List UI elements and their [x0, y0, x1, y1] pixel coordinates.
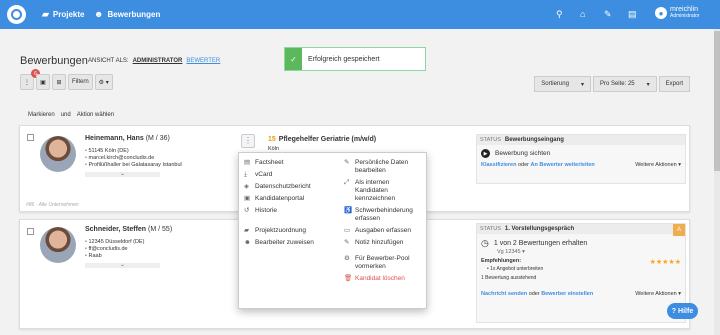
check-icon: ✓	[285, 48, 302, 70]
menu-item-factsheet[interactable]: ▤ Factsheet	[244, 159, 329, 167]
filter-button[interactable]: Filtern	[68, 74, 93, 90]
page-title: Bewerbungen	[20, 55, 88, 67]
right-tools: Sortierung ▾ Pro Seite: 25 ▾ Export	[534, 76, 690, 92]
home-icon[interactable]: ⌂	[580, 9, 585, 19]
scrollbar[interactable]	[714, 29, 720, 335]
menu-item-ausgaben[interactable]: ▭ Ausgaben erfassen	[344, 227, 424, 235]
shield-icon: ◈	[244, 183, 249, 190]
menu-item-notiz[interactable]: ✎ Notiz hinzufügen	[344, 239, 424, 247]
menu-item-projekt[interactable]: ▰ Projektzuordnung	[244, 227, 329, 235]
context-menu: ▤ Factsheet ⤓ vCard ◈ Datenschutzbericht ▣ K…	[238, 152, 427, 309]
app-logo[interactable]	[7, 5, 26, 24]
users-icon: ☻	[94, 9, 104, 19]
candidate-photo	[40, 136, 76, 172]
menu-right-column: ✎ Persönliche Daten bearbeiten ⤢ Als inter…	[344, 159, 424, 287]
top-bar: ▰ Projekte ☻ Bewerbungen ⚲ ⌂ ✎ ▤ ● mreichl…	[0, 0, 720, 29]
status-box: A STATUS 1. Vorstellungsgespräch ◷ 1 von 2…	[476, 223, 686, 323]
per-page-select[interactable]: Pro Seite: 25 ▾	[592, 76, 657, 92]
wrench-icon[interactable]: ✎	[604, 9, 612, 20]
export-button[interactable]: Export	[658, 76, 690, 92]
columns-button[interactable]: ⊞	[52, 74, 66, 90]
history-icon: ↺	[244, 207, 250, 214]
menu-left-column: ▤ Factsheet ⤓ vCard ◈ Datenschutzbericht ▣ K…	[244, 159, 329, 251]
job-title[interactable]: Pflegehelfer Geriatrie (m/w/d)	[279, 136, 376, 143]
grid-view-button[interactable]: ▣	[36, 74, 50, 90]
toolbar: ⋮ 6 ▣ ⊞ Filtern ⚙ ▾	[20, 69, 113, 92]
klassifizieren-link[interactable]: Klassifizieren	[481, 162, 516, 168]
menu-item-portal[interactable]: ▣ Kandidatenportal	[244, 195, 329, 203]
select-checkbox[interactable]	[27, 134, 34, 141]
menu-item-schwerbehinderung[interactable]: ♿ Schwerbehinderung erfassen	[344, 207, 424, 223]
menu-item-datenschutz[interactable]: ◈ Datenschutzbericht	[244, 183, 329, 191]
candidate-info: 51145 Köln (DE) marcel.kirch@concludis.d…	[85, 148, 181, 169]
candidate-photo	[40, 227, 76, 263]
rating-stars: ★★★★★	[649, 259, 681, 266]
markieren-dropdown[interactable]: Markieren	[28, 112, 55, 118]
search-icon[interactable]: ⚲	[556, 9, 563, 20]
folder-icon: ▰	[42, 9, 49, 19]
success-toast: ✓ Erfolgreich gespeichert	[284, 47, 426, 71]
expand-chevron[interactable]: ⌄	[85, 263, 160, 268]
wheelchair-icon: ♿	[344, 207, 353, 214]
clock-icon: ◷	[481, 238, 489, 248]
einstellen-link[interactable]: Bewerber einstellen	[541, 291, 593, 297]
money-icon: ▭	[344, 227, 351, 234]
expand-icon: ⤢	[344, 179, 350, 186]
menu-item-pool[interactable]: ⚙ Für Bewerber-Pool vormerken	[344, 255, 424, 271]
menu-item-vcard[interactable]: ⤓ vCard	[244, 171, 329, 179]
candidate-name[interactable]: Schneider, Steffen	[85, 226, 146, 233]
help-button[interactable]: ? Hilfe	[667, 303, 698, 319]
portal-icon: ▣	[244, 195, 251, 202]
settings-gear-icon[interactable]: ⚙ ▾	[94, 74, 113, 90]
status-box: STATUS Bewerbungseingang ▶ Bewerbung sicht…	[476, 134, 686, 184]
user-icon: ☻	[244, 239, 251, 246]
sort-select[interactable]: Sortierung ▾	[534, 76, 591, 92]
menu-item-bearbeiter[interactable]: ☻ Bearbeiter zuweisen	[244, 239, 329, 247]
user-name: mreichlin	[670, 6, 699, 13]
status-label: Bewerbungseingang	[504, 137, 564, 143]
menu-item-delete[interactable]: 🗑 Kandidat löschen	[344, 275, 424, 283]
download-icon: ⤓	[244, 171, 247, 178]
play-icon: ▶	[481, 149, 490, 158]
view-as: ANSICHT ALS: ADMINISTRATOR BEWERTER	[88, 58, 221, 64]
nachricht-link[interactable]: Nachricht senden	[481, 291, 527, 297]
status-label: 1. Vorstellungsgespräch	[504, 226, 575, 232]
weiterleiten-link[interactable]: An Bewerter weiterleiten	[531, 162, 595, 168]
chart-icon[interactable]: ▤	[628, 9, 637, 20]
more-actions-dropdown[interactable]: Weitere Aktionen ▾	[635, 291, 681, 297]
menu-item-edit-personal[interactable]: ✎ Persönliche Daten bearbeiten	[344, 159, 424, 175]
aktion-dropdown[interactable]: Aktion wählen	[77, 112, 114, 118]
user-avatar-icon: ●	[655, 7, 667, 19]
user-menu[interactable]: ● mreichlin Administrator	[655, 6, 699, 20]
nav-projekte[interactable]: ▰ Projekte	[42, 9, 85, 20]
filter-toggle-button[interactable]: ⋮ 6	[20, 69, 40, 90]
nav-bewerbungen[interactable]: ☻ Bewerbungen	[94, 9, 160, 19]
menu-item-historie[interactable]: ↺ Historie	[244, 207, 329, 215]
view-admin-link[interactable]: ADMINISTRATOR	[133, 58, 183, 64]
candidate-name[interactable]: Heinemann, Hans	[85, 135, 144, 142]
trash-icon: 🗑	[344, 275, 353, 282]
pool-icon: ⚙	[344, 255, 350, 262]
priority-badge: A	[673, 224, 685, 236]
pencil-icon: ✎	[344, 159, 350, 166]
select-checkbox[interactable]	[27, 228, 34, 235]
file-icon: ▤	[244, 159, 251, 166]
expand-chevron[interactable]: ⌄	[85, 172, 160, 177]
more-actions-dropdown[interactable]: Weitere Aktionen ▾	[635, 162, 681, 168]
menu-item-intern[interactable]: ⤢ Als internen Kandidaten kennzeichnen	[344, 179, 424, 203]
folder-icon: ▰	[244, 227, 249, 234]
pencil-icon: ✎	[344, 239, 350, 246]
candidate-info: 12345 Düsseldorf (DE) ff@concludis.de Ra…	[85, 239, 144, 260]
view-bewerter-link[interactable]: BEWERTER	[186, 58, 220, 64]
bulk-actions: Markieren und Aktion wählen	[28, 112, 115, 118]
user-role: Administrator	[670, 13, 700, 19]
more-options-button[interactable]: ⋮	[241, 134, 255, 148]
